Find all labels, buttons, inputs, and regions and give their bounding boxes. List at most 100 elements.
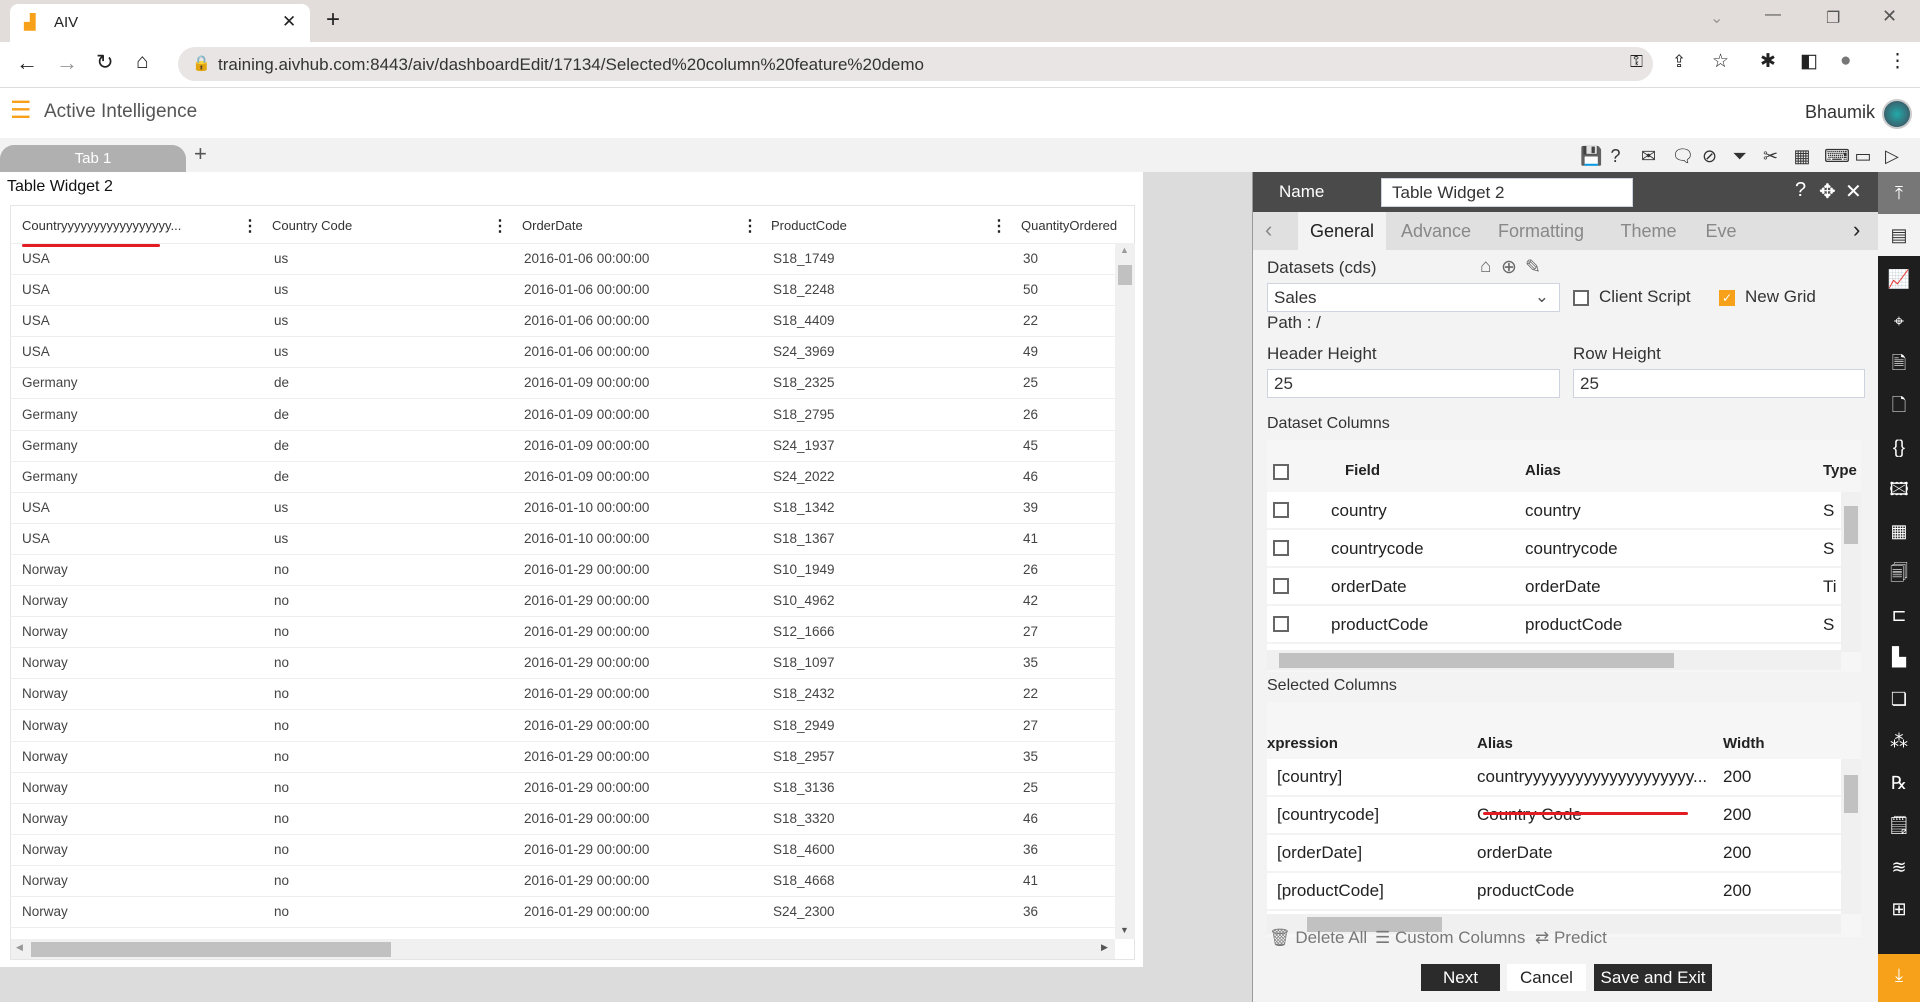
browser-tab[interactable]: ▟ AIV ✕	[10, 4, 310, 42]
column-menu-icon[interactable]: ⋮	[991, 216, 1007, 236]
sc-vertical-scrollbar[interactable]	[1841, 759, 1861, 914]
report-icon[interactable]: 🗎	[1878, 342, 1920, 384]
tools-icon[interactable]: ✂	[1763, 146, 1778, 167]
dataset-select[interactable]: Sales ⌄	[1267, 283, 1560, 312]
vertical-scrollbar[interactable]: ▲ ▼	[1115, 243, 1135, 939]
selected-column-row[interactable]: [productCode] productCode 200	[1267, 873, 1841, 911]
embed-icon[interactable]: ⌨	[1824, 146, 1850, 167]
column-header[interactable]: Countryyyyyyyyyyyyyyyyy...	[22, 205, 242, 243]
header-height-input[interactable]: 25	[1267, 369, 1560, 398]
add-tab-icon[interactable]: +	[194, 141, 207, 167]
tabs-prev-icon[interactable]: ‹	[1265, 217, 1272, 243]
dc-horizontal-scrollbar[interactable]	[1267, 650, 1841, 670]
column-menu-icon[interactable]: ⋮	[492, 216, 508, 236]
dataset-column-row[interactable]: country country S	[1267, 492, 1841, 530]
column-menu-icon[interactable]: ⋮	[742, 216, 758, 236]
help-icon[interactable]: ?	[1611, 146, 1621, 167]
table-row[interactable]: USA us 2016-01-06 00:00:00 S18_1749 30	[10, 243, 1115, 274]
column-menu-icon[interactable]: ⋮	[242, 216, 258, 236]
new-grid-checkbox[interactable]: ✓	[1719, 290, 1735, 306]
tab-theme[interactable]: Theme	[1596, 212, 1701, 250]
file-list-icon[interactable]: 🗒	[1878, 804, 1920, 846]
selected-column-row[interactable]: [orderDate] orderDate 200	[1267, 835, 1841, 873]
document-icon[interactable]: 🗋	[1878, 384, 1920, 426]
table-row[interactable]: Norway no 2016-01-29 00:00:00 S18_3320 46	[10, 803, 1115, 834]
close-icon[interactable]: ✕	[1845, 179, 1862, 204]
form-icon[interactable]: 🗐	[1878, 552, 1920, 594]
selected-column-row[interactable]: [countrycode] Country Code200	[1267, 797, 1841, 835]
table-row[interactable]: Germany de 2016-01-09 00:00:00 S18_2325 25	[10, 367, 1115, 398]
edit-icon[interactable]: ✎	[1525, 256, 1541, 279]
row-checkbox[interactable]	[1273, 578, 1289, 594]
home-icon[interactable]: ⌂	[136, 50, 149, 74]
tab-events[interactable]: Eve	[1701, 212, 1741, 250]
cancel-button[interactable]: Cancel	[1507, 964, 1586, 991]
client-script-checkbox[interactable]	[1573, 290, 1589, 306]
table-widget-icon[interactable]: ▤	[1878, 214, 1920, 256]
tab-general[interactable]: General	[1298, 212, 1386, 250]
horizontal-scrollbar[interactable]: ◀ ▶	[11, 939, 1115, 959]
close-tab-icon[interactable]: ✕	[282, 12, 296, 32]
delete-all-button[interactable]: 🗑 Delete All	[1269, 928, 1367, 948]
rx-icon[interactable]: ℞	[1878, 762, 1920, 804]
extensions-icon[interactable]: ✱	[1760, 50, 1776, 73]
table-row[interactable]: Norway no 2016-01-29 00:00:00 S18_2957 35	[10, 741, 1115, 772]
tree-icon[interactable]: ⊏	[1878, 594, 1920, 636]
row-height-input[interactable]: 25	[1573, 369, 1865, 398]
copy-icon[interactable]: ❏	[1878, 678, 1920, 720]
home-icon[interactable]: ⌂	[1480, 256, 1491, 278]
scroll-bottom-icon[interactable]: ⤓	[1878, 954, 1920, 1002]
save-and-exit-button[interactable]: Save and Exit	[1594, 964, 1712, 991]
layers-icon[interactable]: ≋	[1878, 846, 1920, 888]
user-name[interactable]: Bhaumik	[1805, 102, 1875, 123]
restore-icon[interactable]: ❐	[1826, 8, 1840, 28]
row-checkbox[interactable]	[1273, 540, 1289, 556]
back-icon[interactable]: ←	[16, 50, 38, 76]
close-window-icon[interactable]: ✕	[1882, 6, 1897, 27]
save-icon[interactable]: 💾	[1580, 146, 1602, 167]
filter-icon[interactable]: ⏷	[1733, 146, 1747, 167]
map-icon[interactable]: ⌖	[1878, 300, 1920, 342]
tab-advance[interactable]: Advance	[1386, 212, 1486, 250]
new-tab-icon[interactable]: +	[326, 6, 340, 34]
tabs-next-icon[interactable]: ›	[1853, 217, 1860, 243]
sidepanel-icon[interactable]: ◧	[1800, 50, 1818, 73]
menu-kebab-icon[interactable]: ⋮	[1888, 50, 1907, 73]
devices-icon[interactable]: ▭	[1855, 146, 1872, 167]
table-row[interactable]: USA us 2016-01-06 00:00:00 S18_2248 50	[10, 274, 1115, 305]
image-icon[interactable]: 🖾	[1878, 468, 1920, 510]
table-row[interactable]: USA us 2016-01-06 00:00:00 S18_4409 22	[10, 305, 1115, 336]
column-header[interactable]: Country Code	[272, 205, 492, 243]
reload-icon[interactable]: ↻	[96, 50, 114, 75]
tab-formatting[interactable]: Formatting	[1486, 212, 1596, 250]
key-icon[interactable]: ⚿	[1630, 52, 1643, 72]
avatar[interactable]	[1882, 99, 1912, 129]
table-row[interactable]: Norway no 2016-01-29 00:00:00 S10_4962 42	[10, 585, 1115, 616]
table-row[interactable]: USA us 2016-01-10 00:00:00 S18_1367 41	[10, 523, 1115, 554]
tab-1[interactable]: Tab 1	[0, 145, 186, 172]
comment-icon[interactable]: 🗨	[1672, 146, 1695, 167]
table-row[interactable]: Norway no 2016-01-29 00:00:00 S18_3136 25	[10, 772, 1115, 803]
table-row[interactable]: USA us 2016-01-10 00:00:00 S18_1342 39	[10, 492, 1115, 523]
table-row[interactable]: Norway no 2016-01-29 00:00:00 S18_4600 36	[10, 834, 1115, 865]
table-row[interactable]: Norway no 2016-01-29 00:00:00 S18_2949 27	[10, 710, 1115, 741]
url-field[interactable]: 🔒 training.aivhub.com:8443/aiv/dashboardE…	[178, 47, 1653, 81]
move-icon[interactable]: ✥	[1819, 179, 1836, 204]
forward-icon[interactable]: →	[56, 50, 78, 76]
clear-filter-icon[interactable]: ⊘	[1702, 146, 1717, 167]
row-checkbox[interactable]	[1273, 502, 1289, 518]
dataset-column-row[interactable]: countrycode countrycode S	[1267, 530, 1841, 568]
dataset-column-row[interactable]: productCode productCode S	[1267, 606, 1841, 644]
minimize-icon[interactable]: —	[1765, 6, 1781, 24]
mail-icon[interactable]: ✉	[1641, 146, 1656, 167]
column-header[interactable]: ProductCode	[771, 205, 991, 243]
profile-icon[interactable]: ●	[1840, 50, 1851, 72]
table-row[interactable]: Germany de 2016-01-09 00:00:00 S24_2022 46	[10, 461, 1115, 492]
table-row[interactable]: USA us 2016-01-06 00:00:00 S24_3969 49	[10, 336, 1115, 367]
table-row[interactable]: Germany de 2016-01-09 00:00:00 S18_2795 26	[10, 399, 1115, 430]
add-widget-icon[interactable]: ⊞	[1878, 888, 1920, 930]
kpi-icon[interactable]: ▙	[1878, 636, 1920, 678]
table-icon[interactable]: ▦	[1794, 146, 1811, 167]
add-circle-icon[interactable]: ⊕	[1501, 256, 1517, 279]
table-row[interactable]: Germany de 2016-01-09 00:00:00 S24_1937 45	[10, 430, 1115, 461]
